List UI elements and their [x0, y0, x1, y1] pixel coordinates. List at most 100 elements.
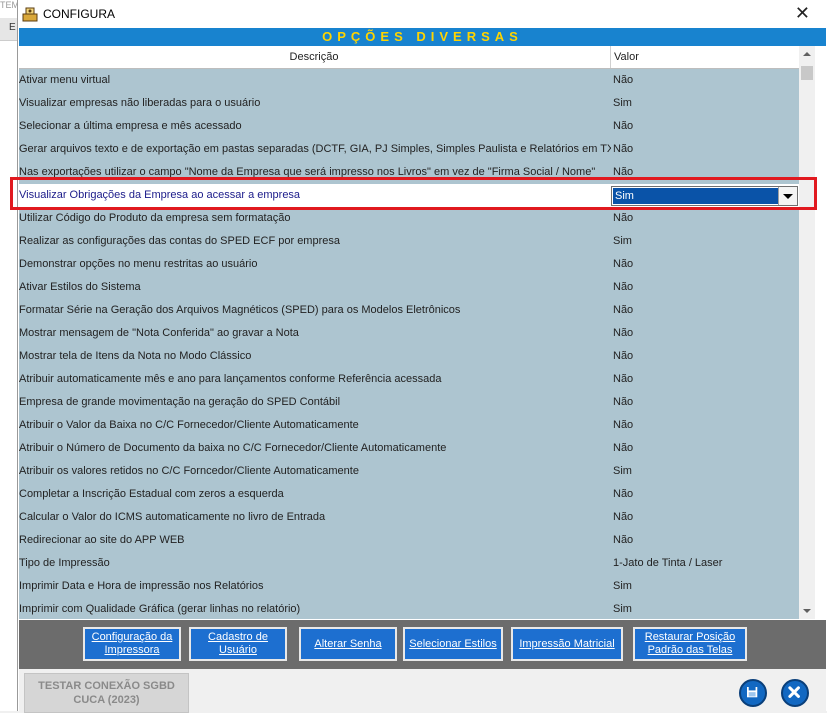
restore-position-button[interactable]: Restaurar Posição Padrão das Telas — [633, 627, 747, 661]
table-row[interactable]: Ativar Estilos do Sistema Não — [19, 276, 799, 299]
row-value[interactable]: Não — [613, 258, 633, 270]
row-description: Selecionar a última empresa e mês acessa… — [19, 120, 242, 132]
row-description: Imprimir Data e Hora de impressão nos Re… — [19, 580, 264, 592]
row-description: Utilizar Código do Produto da empresa se… — [19, 212, 291, 224]
row-description: Atribuir o Valor da Baixa no C/C Fornece… — [19, 419, 359, 431]
column-separator[interactable] — [610, 46, 611, 68]
row-value[interactable]: Não — [613, 212, 633, 224]
config-printer-button[interactable]: Configuração da Impressora — [83, 627, 181, 661]
table-row[interactable]: Gerar arquivos texto e de exportação em … — [19, 138, 799, 161]
table-row[interactable]: Realizar as configurações das contas do … — [19, 230, 799, 253]
vertical-scrollbar[interactable] — [799, 46, 815, 619]
row-value[interactable]: Sim — [613, 97, 632, 109]
table-row[interactable]: Redirecionar ao site do APP WEB Não — [19, 529, 799, 552]
window-title: CONFIGURA — [43, 7, 115, 21]
row-value[interactable]: 1-Jato de Tinta / Laser — [613, 557, 722, 569]
row-value[interactable]: Sim — [613, 465, 632, 477]
row-value[interactable]: Não — [613, 74, 633, 86]
row-description: Visualizar Obrigações da Empresa ao aces… — [19, 189, 301, 201]
row-value[interactable]: Não — [613, 166, 633, 178]
scroll-up-icon[interactable] — [799, 46, 815, 62]
row-description: Completar a Inscrição Estadual com zeros… — [19, 488, 284, 500]
table-row[interactable]: Selecionar a última empresa e mês acessa… — [19, 115, 799, 138]
row-description: Imprimir com Qualidade Gráfica (gerar li… — [19, 603, 301, 615]
test-connection-button[interactable]: TESTAR CONEXÃO SGBD CUCA (2023) — [24, 673, 189, 713]
row-value[interactable]: Não — [613, 396, 633, 408]
dropdown-arrow-icon[interactable] — [778, 187, 797, 205]
column-header-description[interactable]: Descrição — [19, 51, 609, 63]
action-toolbar: Configuração da Impressora Cadastro de U… — [19, 620, 826, 669]
table-row[interactable]: Calcular o Valor do ICMS automaticamente… — [19, 506, 799, 529]
row-value[interactable]: Não — [613, 419, 633, 431]
row-value[interactable]: Não — [613, 143, 633, 155]
scrollbar-thumb[interactable] — [801, 66, 813, 80]
save-icon[interactable] — [739, 679, 767, 707]
scroll-down-icon[interactable] — [799, 603, 815, 619]
row-description: Ativar menu virtual — [19, 74, 111, 86]
row-value[interactable]: Não — [613, 488, 633, 500]
row-value[interactable]: Não — [613, 304, 633, 316]
table-row[interactable]: Empresa de grande movimentação na geraçã… — [19, 391, 799, 414]
row-description: Demonstrar opções no menu restritas ao u… — [19, 258, 258, 270]
row-value[interactable]: Não — [613, 511, 633, 523]
row-value[interactable]: Sim — [613, 235, 632, 247]
row-description: Empresa de grande movimentação na geraçã… — [19, 396, 341, 408]
options-grid: Ativar menu virtual Não Visualizar empres… — [19, 69, 799, 619]
row-description: Atribuir o Número de Documento da baixa … — [19, 442, 447, 454]
table-row[interactable]: Utilizar Código do Produto da empresa se… — [19, 207, 799, 230]
table-row[interactable]: Atribuir o Número de Documento da baixa … — [19, 437, 799, 460]
row-value[interactable]: Não — [613, 120, 633, 132]
row-description: Redirecionar ao site do APP WEB — [19, 534, 185, 546]
background-app-strip — [0, 0, 18, 711]
right-margin — [815, 46, 827, 619]
row-value[interactable]: Não — [613, 327, 633, 339]
row-description: Atribuir automaticamente mês e ano para … — [19, 373, 442, 385]
row-value[interactable]: Não — [613, 350, 633, 362]
value-dropdown[interactable]: Sim — [611, 186, 798, 206]
row-value[interactable]: Sim — [613, 580, 632, 592]
row-description: Mostrar mensagem de "Nota Conferida" ao … — [19, 327, 299, 339]
grid-header: Descrição Valor — [19, 46, 826, 69]
row-description: Gerar arquivos texto e de exportação em … — [19, 143, 611, 155]
table-row[interactable]: Tipo de Impressão 1-Jato de Tinta / Laser — [19, 552, 799, 575]
table-row[interactable]: Demonstrar opções no menu restritas ao u… — [19, 253, 799, 276]
select-styles-button[interactable]: Selecionar Estilos — [403, 627, 503, 661]
title-bar: CONFIGURA ✕ — [18, 0, 827, 28]
change-password-button[interactable]: Alterar Senha — [299, 627, 397, 661]
table-row[interactable]: Atribuir automaticamente mês e ano para … — [19, 368, 799, 391]
table-row[interactable]: Nas exportações utilizar o campo "Nome d… — [19, 161, 799, 184]
dialog-footer: TESTAR CONEXÃO SGBD CUCA (2023) — [19, 669, 826, 713]
table-row[interactable]: Atribuir o Valor da Baixa no C/C Fornece… — [19, 414, 799, 437]
table-row[interactable]: Imprimir Data e Hora de impressão nos Re… — [19, 575, 799, 598]
table-row[interactable]: Ativar menu virtual Não — [19, 69, 799, 92]
row-description: Nas exportações utilizar o campo "Nome d… — [19, 166, 596, 178]
row-value[interactable]: Não — [613, 442, 633, 454]
table-row[interactable]: Formatar Série na Geração dos Arquivos M… — [19, 299, 799, 322]
table-row-selected[interactable]: Visualizar Obrigações da Empresa ao aces… — [19, 184, 799, 207]
row-value[interactable]: Sim — [613, 603, 632, 615]
row-description: Ativar Estilos do Sistema — [19, 281, 141, 293]
row-description: Realizar as configurações das contas do … — [19, 235, 340, 247]
row-description: Mostrar tela de Itens da Nota no Modo Cl… — [19, 350, 252, 362]
row-value[interactable]: Não — [613, 534, 633, 546]
matrix-print-button[interactable]: Impressão Matricial — [511, 627, 623, 661]
row-description: Atribuir os valores retidos no C/C Fornc… — [19, 465, 359, 477]
row-description: Visualizar empresas não liberadas para o… — [19, 97, 261, 109]
dropdown-selected-value[interactable]: Sim — [613, 188, 778, 204]
exit-icon[interactable] — [781, 679, 809, 707]
user-register-button[interactable]: Cadastro de Usuário — [189, 627, 287, 661]
table-row[interactable]: Completar a Inscrição Estadual com zeros… — [19, 483, 799, 506]
row-description: Calcular o Valor do ICMS automaticamente… — [19, 511, 326, 523]
table-row[interactable]: Mostrar mensagem de "Nota Conferida" ao … — [19, 322, 799, 345]
config-dialog: CONFIGURA ✕ OPÇÕES DIVERSAS Descrição Va… — [17, 0, 827, 713]
row-description: Formatar Série na Geração dos Arquivos M… — [19, 304, 461, 316]
table-row[interactable]: Atribuir os valores retidos no C/C Fornc… — [19, 460, 799, 483]
table-row[interactable]: Mostrar tela de Itens da Nota no Modo Cl… — [19, 345, 799, 368]
row-value[interactable]: Não — [613, 281, 633, 293]
column-header-value[interactable]: Valor — [614, 51, 639, 63]
table-row[interactable]: Imprimir com Qualidade Gráfica (gerar li… — [19, 598, 799, 619]
row-value[interactable]: Não — [613, 373, 633, 385]
close-icon[interactable]: ✕ — [795, 3, 810, 23]
row-description: Tipo de Impressão — [19, 557, 110, 569]
table-row[interactable]: Visualizar empresas não liberadas para o… — [19, 92, 799, 115]
